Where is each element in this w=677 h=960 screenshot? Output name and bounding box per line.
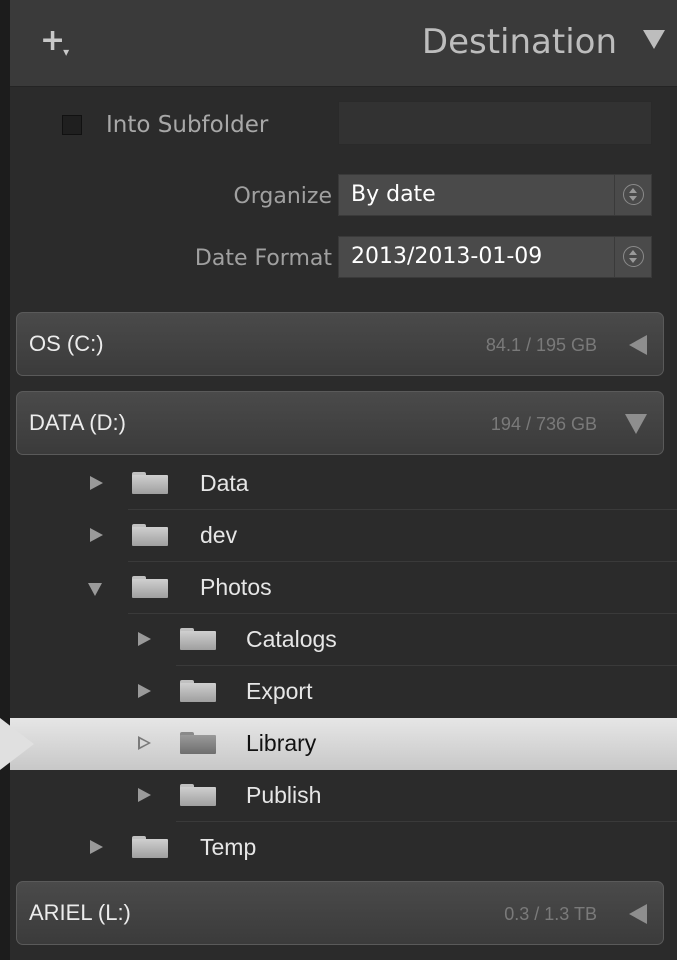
folder-row-publish[interactable]: Publish <box>132 770 677 822</box>
disclosure-triangle-icon[interactable] <box>90 476 103 490</box>
organize-value: By date <box>351 182 436 207</box>
date-format-label: Date Format <box>194 246 332 271</box>
into-subfolder-label: Into Subfolder <box>106 112 269 138</box>
triangle-down-icon[interactable] <box>643 30 665 49</box>
triangle-left-icon <box>629 335 647 355</box>
folder-icon <box>180 732 216 754</box>
organize-select[interactable]: By date <box>338 174 652 216</box>
panel-left-edge <box>0 0 10 960</box>
organize-stepper[interactable] <box>614 175 651 215</box>
folder-row-library-selected[interactable]: Library <box>10 718 677 770</box>
disclosure-triangle-icon[interactable] <box>90 528 103 542</box>
chevron-up-icon <box>629 188 637 193</box>
folder-row-data[interactable]: Data <box>84 458 677 510</box>
chevron-down-icon <box>629 258 637 263</box>
selection-pointer-icon <box>0 718 34 770</box>
panel-header[interactable]: +▾ Destination <box>10 0 677 87</box>
folder-label: Publish <box>246 782 322 808</box>
folder-label: Photos <box>200 574 272 600</box>
folder-label: dev <box>200 522 238 548</box>
disclosure-triangle-hollow-icon[interactable] <box>138 736 151 750</box>
volume-size: 0.3 / 1.3 TB <box>504 904 597 924</box>
volume-name: ARIEL (L:) <box>29 900 131 925</box>
volume-size: 194 / 736 GB <box>490 414 597 434</box>
folder-icon <box>132 472 168 494</box>
folder-icon <box>180 628 216 650</box>
folder-icon <box>180 784 216 806</box>
folder-icon <box>132 524 168 546</box>
subfolder-name-input[interactable] <box>338 101 652 145</box>
destination-panel: +▾ Destination Into Subfolder Organize B… <box>0 0 677 960</box>
folder-row-temp[interactable]: Temp <box>84 822 677 874</box>
date-format-select[interactable]: 2013/2013-01-09 <box>338 236 652 278</box>
volume-data-d[interactable]: DATA (D:) 194 / 736 GB <box>16 391 664 455</box>
folder-label: Catalogs <box>246 626 337 652</box>
folder-label: Temp <box>200 834 257 860</box>
triangle-down-icon <box>625 414 647 434</box>
folder-label: Export <box>246 678 313 704</box>
date-format-stepper[interactable] <box>614 237 651 277</box>
into-subfolder-checkbox[interactable] <box>62 115 82 135</box>
folder-row-photos[interactable]: Photos <box>84 562 677 614</box>
organize-label: Organize <box>233 184 332 209</box>
chevron-up-icon <box>629 250 637 255</box>
triangle-left-icon <box>629 904 647 924</box>
chevron-down-icon <box>629 196 637 201</box>
disclosure-triangle-icon[interactable] <box>138 684 151 698</box>
folder-row-dev[interactable]: dev <box>84 510 677 562</box>
disclosure-triangle-icon[interactable] <box>138 632 151 646</box>
disclosure-triangle-icon[interactable] <box>138 788 151 802</box>
volume-os-c[interactable]: OS (C:) 84.1 / 195 GB <box>16 312 664 376</box>
folder-icon <box>180 680 216 702</box>
folder-icon <box>132 836 168 858</box>
volume-ariel-l[interactable]: ARIEL (L:) 0.3 / 1.3 TB <box>16 881 664 945</box>
volume-name: DATA (D:) <box>29 410 126 435</box>
volume-name: OS (C:) <box>29 331 104 356</box>
disclosure-triangle-expanded-icon[interactable] <box>88 583 102 596</box>
disclosure-triangle-icon[interactable] <box>90 840 103 854</box>
folder-icon <box>132 576 168 598</box>
plus-dropdown-icon[interactable]: +▾ <box>40 26 69 67</box>
folder-row-catalogs[interactable]: Catalogs <box>132 614 677 666</box>
date-format-value: 2013/2013-01-09 <box>351 244 543 269</box>
folder-label: Library <box>246 730 317 756</box>
panel-title: Destination <box>421 22 617 62</box>
folder-label: Data <box>200 470 249 496</box>
folder-row-export[interactable]: Export <box>132 666 677 718</box>
volume-size: 84.1 / 195 GB <box>485 335 597 355</box>
